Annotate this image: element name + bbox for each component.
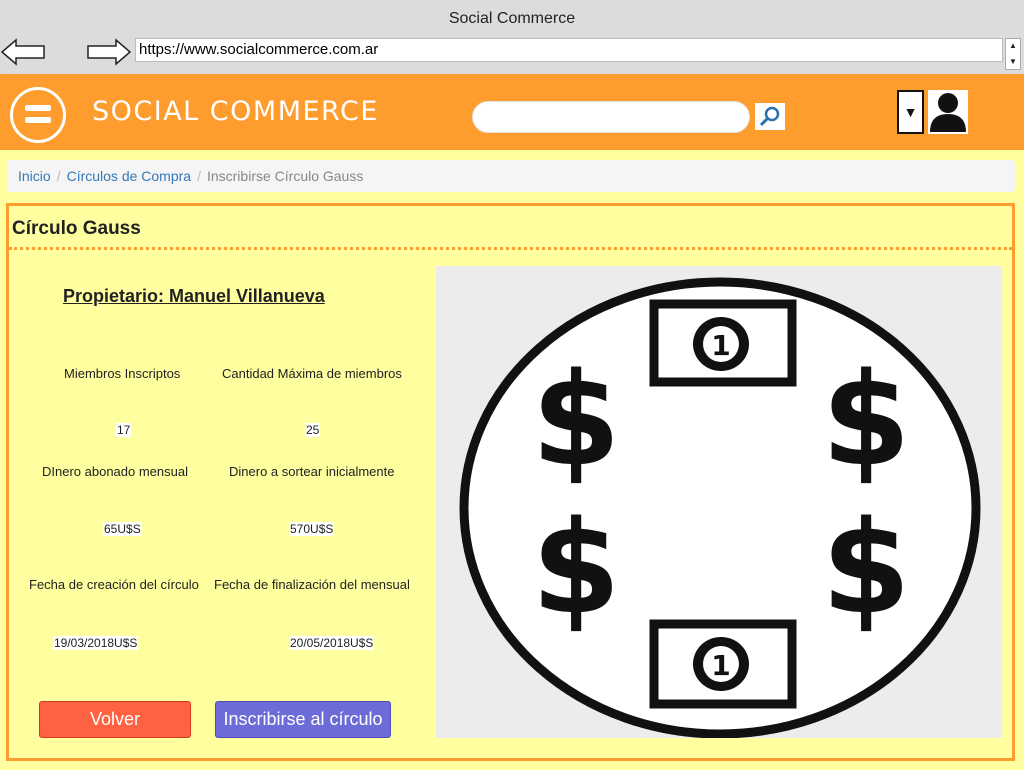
dollar-sign-icon: $ [531,494,620,643]
search-icon [759,106,780,127]
search-input[interactable] [472,101,750,133]
owner-label: Propietario: Manuel Villanueva [63,286,325,306]
browser-chrome: Social Commerce https://www.socialcommer… [0,0,1024,74]
breadcrumb-separator: / [197,168,201,184]
stat-value-end-date: 20/05/2018U$S [289,636,375,650]
dollar-sign-icon: $ [821,494,910,643]
search-button[interactable] [755,103,785,130]
stat-value-members: 17 [116,423,132,437]
app-header: SOCIAL COMMERCE ▼ [0,74,1024,150]
panel-title: Círculo Gauss [12,218,141,239]
dollar-bill-icon: 1 [649,619,797,709]
scroll-up-icon[interactable]: ▲ [1009,41,1017,50]
dollar-sign-icon: $ [821,346,910,495]
breadcrumb-separator: / [56,168,61,184]
back-button[interactable]: Volver [39,701,191,738]
stat-value-initial-prize: 570U$S [289,522,335,536]
join-circle-button[interactable]: Inscribirse al círculo [215,701,391,738]
user-avatar[interactable] [928,90,968,134]
breadcrumb-link-inicio[interactable]: Inicio [18,168,51,184]
stat-label-creation-date: Fecha de creación del círculo [29,577,199,592]
stat-label-initial-prize: Dinero a sortear inicialmente [229,464,395,479]
menu-icon-bar [25,117,51,123]
dollar-sign-icon: $ [531,346,620,495]
brand-title: SOCIAL COMMERCE [92,96,379,127]
url-scrollbar[interactable]: ▲ ▼ [1005,38,1021,70]
money-circle-icon: 1 1 $ $ $ $ [459,277,981,739]
menu-button[interactable] [10,87,66,143]
dropdown-arrow-icon: ▼ [903,104,918,120]
stat-value-creation-date: 19/03/2018U$S [53,636,139,650]
stat-label-end-date: Fecha de finalización del mensual [214,577,410,592]
stat-value-max-members: 25 [305,423,321,437]
stat-label-monthly-payment: DInero abonado mensual [42,464,188,479]
breadcrumb: Inicio / Círculos de Compra / Inscribirse Cí… [7,160,1015,192]
dollar-bill-icon: 1 [649,299,797,387]
window-title: Social Commerce [448,10,576,27]
breadcrumb-active: Inscribirse Círculo Gauss [206,168,364,184]
svg-text:1: 1 [711,329,730,362]
stat-label-max-members: Cantidad Máxima de miembros [222,366,402,381]
circle-panel: Círculo Gauss Propietario: Manuel Villan… [6,203,1015,761]
stat-label-members: Miembros Inscriptos [64,366,181,381]
forward-arrow-icon[interactable] [86,37,132,67]
menu-icon [25,105,51,111]
url-bar[interactable]: https://www.socialcommerce.com.ar [135,38,1003,62]
user-menu-dropdown[interactable]: ▼ [897,90,924,134]
stat-value-monthly-payment: 65U$S [103,522,142,536]
circle-image: 1 1 $ $ $ $ [436,266,1002,739]
back-arrow-icon[interactable] [0,37,46,67]
panel-divider [9,247,1012,250]
breadcrumb-link-circulos[interactable]: Círculos de Compra [67,168,192,184]
scroll-down-icon[interactable]: ▼ [1009,57,1017,66]
user-avatar-icon [930,93,966,132]
svg-text:1: 1 [711,649,730,682]
